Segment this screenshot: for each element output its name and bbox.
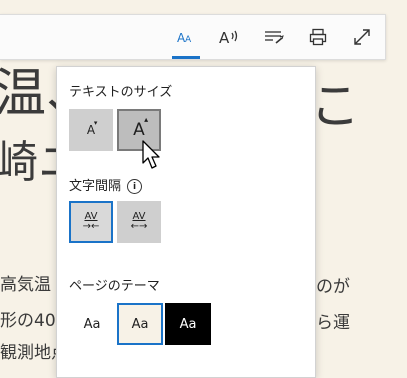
theme-sepia-label: Aa: [131, 316, 149, 332]
decrease-text-size-button[interactable]: A ▾: [69, 109, 113, 151]
theme-dark-button[interactable]: Aa: [165, 303, 211, 345]
text-size-icon: A A: [177, 29, 195, 45]
info-icon[interactable]: i: [127, 179, 143, 194]
page-theme-heading: ページのテーマ: [69, 279, 160, 294]
grammar-icon: [264, 29, 284, 45]
theme-light-button[interactable]: Aa: [69, 303, 115, 345]
theme-sepia-button[interactable]: Aa: [117, 303, 163, 345]
expand-icon: [353, 28, 371, 46]
text-preferences-button[interactable]: A A: [164, 15, 208, 59]
text-preferences-panel: テキストのサイズ A ▾ A ▴ 文字間隔 i AV →← AV ←→ ページのテ…: [56, 66, 316, 378]
character-spacing-label: 文字間隔: [69, 179, 122, 194]
decrease-text-size-label: A ▾: [86, 119, 98, 137]
article-body-line2-right: ら運: [316, 313, 350, 333]
read-aloud-icon: A: [219, 28, 241, 46]
print-icon: [309, 28, 327, 46]
fullscreen-button[interactable]: [340, 15, 384, 59]
svg-text:A: A: [219, 29, 230, 46]
narrow-arrows-icon: →←: [82, 221, 100, 232]
mouse-pointer-icon: [142, 140, 164, 176]
text-size-heading: テキストのサイズ: [69, 85, 173, 100]
article-heading-line1-right: こ: [310, 77, 360, 135]
character-spacing-heading: 文字間隔 i: [69, 175, 143, 194]
article-body-line1: 高気温: [0, 275, 51, 295]
reading-view-toolbar: A A A: [0, 14, 386, 60]
svg-text:A: A: [185, 35, 192, 45]
wide-spacing-button[interactable]: AV ←→: [117, 201, 161, 243]
article-body-line1-right: のが: [316, 277, 350, 297]
narrow-spacing-label: AV →←: [82, 211, 100, 232]
article-body-line2: 形の40: [0, 311, 56, 331]
wide-spacing-label: AV ←→: [130, 211, 148, 232]
theme-light-label: Aa: [83, 316, 101, 332]
wide-arrows-icon: ←→: [130, 221, 148, 232]
narrow-spacing-button[interactable]: AV →←: [69, 201, 113, 243]
print-button[interactable]: [296, 15, 340, 59]
grammar-tools-button[interactable]: [252, 15, 296, 59]
read-aloud-button[interactable]: A: [208, 15, 252, 59]
increase-text-size-label: A ▴: [133, 115, 149, 140]
theme-dark-label: Aa: [179, 316, 197, 332]
